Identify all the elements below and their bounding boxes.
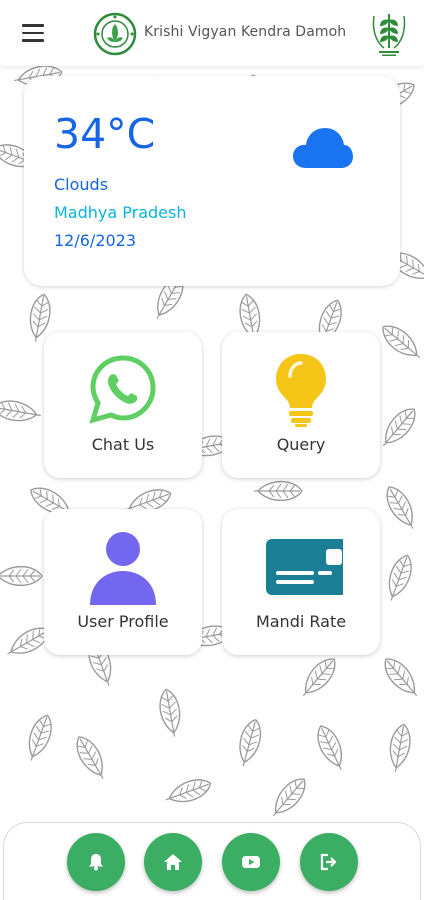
weather-condition: Clouds: [54, 175, 109, 194]
tile-label: Mandi Rate: [255, 612, 347, 631]
weather-location: Madhya Pradesh: [54, 203, 187, 222]
tile-label: Query: [276, 435, 326, 454]
hamburger-menu-icon[interactable]: [22, 24, 44, 42]
kvk-emblem-logo: [93, 12, 137, 56]
app-header: Krishi Vigyan Kendra Damoh: [0, 0, 424, 66]
youtube-button[interactable]: [222, 833, 280, 891]
logout-button[interactable]: [300, 833, 358, 891]
user-profile-tile[interactable]: User Profile: [44, 509, 202, 655]
query-tile[interactable]: Query: [222, 332, 380, 478]
logout-icon: [320, 853, 337, 871]
home-icon: [164, 854, 182, 870]
tile-label: Chat Us: [91, 435, 155, 454]
bell-icon: [89, 854, 103, 871]
mandi-rate-tile[interactable]: Mandi Rate: [222, 509, 380, 655]
whatsapp-icon: [89, 355, 156, 424]
bottom-nav-bar: [3, 822, 421, 900]
weather-date: 12/6/2023: [54, 231, 137, 250]
icar-wheat-logo: [372, 14, 406, 56]
chat-us-tile[interactable]: Chat Us: [44, 332, 202, 478]
user-icon: [90, 532, 156, 605]
notifications-button[interactable]: [67, 833, 125, 891]
weather-card: 34°C Clouds Madhya Pradesh 12/6/2023: [24, 76, 400, 286]
lightbulb-icon: [276, 354, 326, 427]
youtube-icon: [242, 856, 260, 868]
home-button[interactable]: [144, 833, 202, 891]
app-title: Krishi Vigyan Kendra Damoh: [144, 24, 347, 40]
temperature-value: 34°C: [54, 110, 156, 158]
tile-label: User Profile: [77, 612, 169, 631]
cloud-icon: [293, 128, 353, 168]
card-icon: [266, 539, 343, 595]
